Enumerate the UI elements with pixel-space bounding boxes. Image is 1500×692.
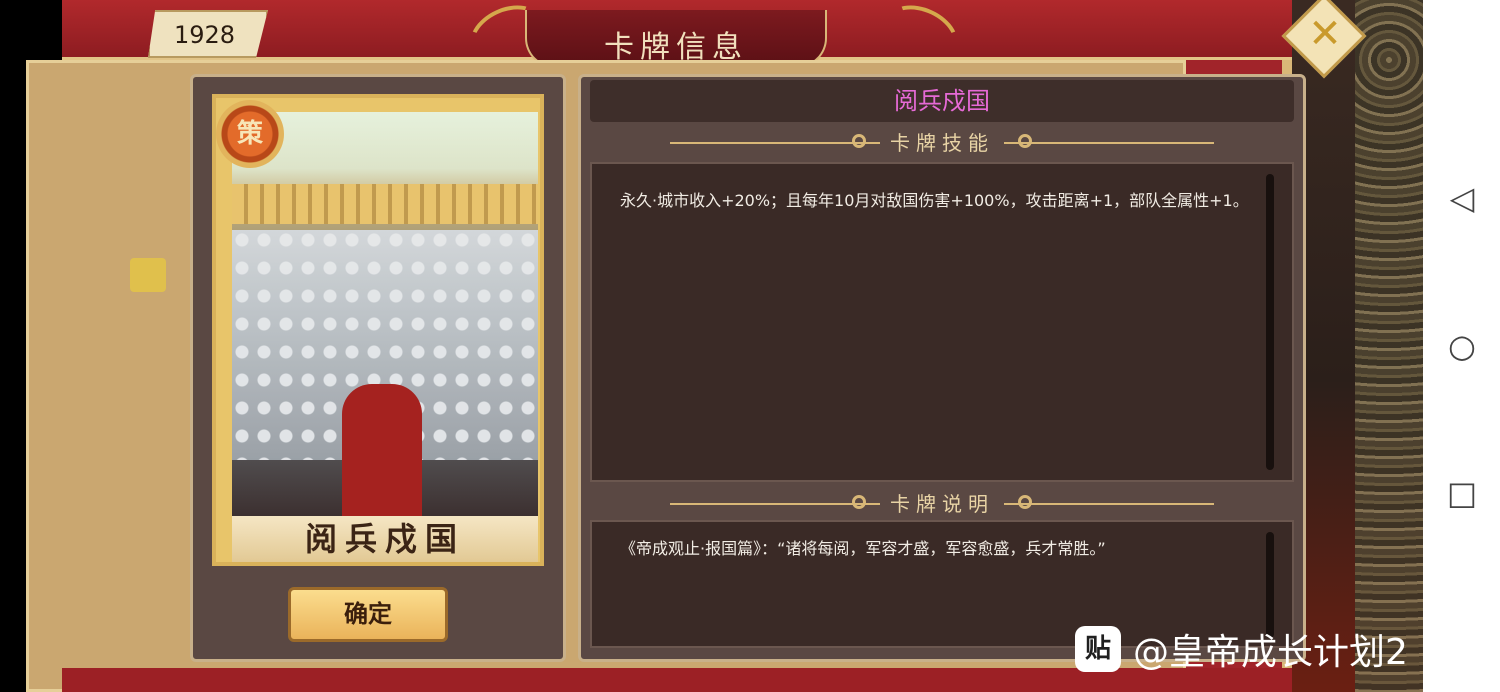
- confirm-button-label: 确定: [344, 600, 392, 628]
- card-lore-text: 《帝成观止·报国篇》：“诸将每阅，军容才盛，军容愈盛，兵才常胜。”: [620, 539, 1106, 558]
- swirl-icon: [1018, 134, 1032, 148]
- card-name: 阅兵戍国: [304, 520, 465, 558]
- desc-section-header: 卡牌说明: [590, 489, 1294, 519]
- back-icon[interactable]: ◁: [1442, 178, 1482, 218]
- swirl-icon: [1018, 495, 1032, 509]
- recents-icon[interactable]: □: [1442, 473, 1482, 513]
- right-ornament-panel: [1355, 0, 1423, 692]
- home-icon[interactable]: ○: [1442, 326, 1482, 366]
- emperor-crown: [130, 258, 166, 292]
- skill-description: 永久·城市收入+20%；且每年10月对敌国伤害+100%，攻击距离+1，部队全属…: [620, 191, 1249, 210]
- year-tag: 1928: [148, 10, 268, 58]
- card-artwork: [232, 112, 538, 516]
- year-text: 1928: [174, 21, 236, 49]
- divider-line: [1004, 503, 1214, 505]
- skill-text-box[interactable]: 永久·城市收入+20%；且每年10月对敌国伤害+100%，攻击距离+1，部队全属…: [590, 162, 1294, 482]
- confirm-button[interactable]: 确定: [288, 587, 448, 642]
- tieba-logo-icon: 贴: [1075, 626, 1121, 672]
- emperor-figure: [342, 384, 422, 516]
- watermark: 贴 @皇帝成长计划2: [1075, 622, 1408, 676]
- close-icon[interactable]: ✕: [1305, 12, 1345, 56]
- watermark-text: @皇帝成长计划2: [1133, 632, 1408, 673]
- skill-section-header: 卡牌技能: [590, 128, 1294, 158]
- fence-illustration: [232, 184, 538, 224]
- card-title: 阅兵戍国: [894, 87, 990, 115]
- divider-line: [1004, 142, 1214, 144]
- card-type-badge-text: 策: [236, 119, 263, 149]
- skill-scrollbar[interactable]: [1266, 174, 1274, 470]
- android-nav-bar: ◁ ○ □: [1423, 0, 1500, 692]
